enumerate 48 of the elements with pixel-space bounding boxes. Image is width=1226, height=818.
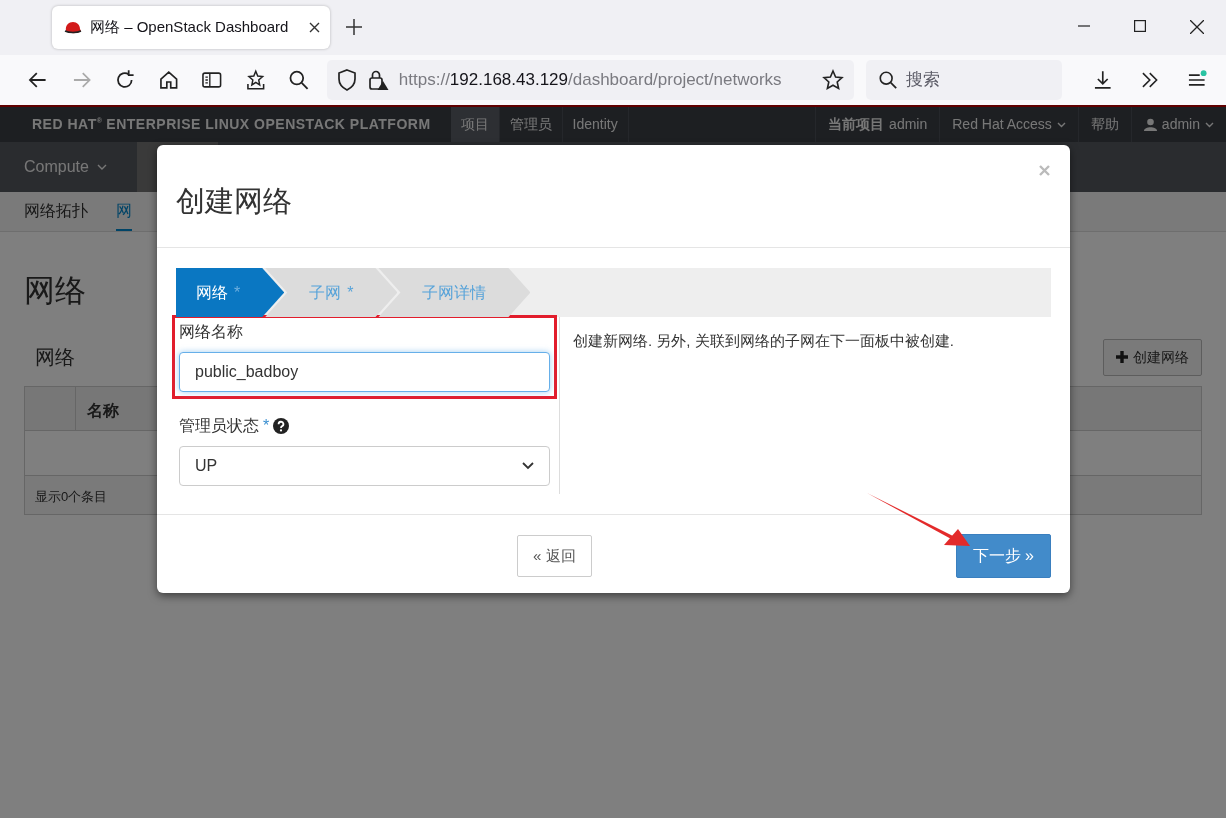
home-icon[interactable] — [157, 69, 180, 91]
select-field[interactable]: UP — [179, 446, 550, 486]
star-tray-icon[interactable] — [244, 69, 267, 91]
create-network-button[interactable]: 创建网络 — [1103, 338, 1202, 376]
lock-warning-icon[interactable] — [366, 69, 389, 91]
shield-icon[interactable] — [336, 69, 357, 91]
top-nav-item[interactable]: 项目 — [450, 107, 500, 142]
page-title: 网络 — [24, 272, 86, 310]
field-label: 管理员状态 — [179, 416, 259, 436]
address-bar[interactable]: https://192.168.43.129/dashboard/project/networks — [326, 60, 855, 100]
user-icon — [1143, 118, 1157, 131]
caret-icon — [522, 462, 534, 470]
download-icon[interactable] — [1092, 69, 1114, 91]
hat-icon — [64, 20, 82, 35]
sub-nav-tab[interactable]: 网 — [116, 192, 132, 231]
required-mark: * — [263, 416, 270, 436]
reader-view-icon[interactable] — [201, 69, 223, 91]
maximize-icon[interactable] — [1134, 20, 1146, 32]
url-text: https://192.168.43.129/dashboard/project/networks — [398, 69, 783, 92]
brand-logo-text: RED HAT$^{®}$ ENTERPRISE LINUX OPENSTACK PLATFORM — [31, 115, 432, 134]
close-icon[interactable] — [1190, 20, 1204, 34]
input-field[interactable]: public_badboy — [179, 352, 550, 392]
wizard-step[interactable]: 子网详情 — [378, 268, 531, 317]
close-icon — [1039, 165, 1050, 176]
close-icon[interactable] — [309, 22, 320, 33]
star-icon[interactable] — [822, 69, 845, 91]
reload-icon[interactable] — [114, 69, 136, 91]
wizard-step[interactable]: 网络 * — [176, 268, 285, 317]
column-header[interactable]: 名称 — [76, 386, 130, 430]
caret-icon — [1205, 121, 1214, 128]
plus-icon[interactable] — [346, 19, 362, 35]
plus-icon — [1116, 351, 1128, 363]
search-icon[interactable] — [288, 69, 310, 91]
modal-title: 创建网络 — [176, 183, 292, 219]
sub-nav-tab[interactable]: 网络拓扑 — [24, 192, 88, 231]
panel-title: 网络 — [35, 345, 75, 370]
field-label: 网络名称 — [179, 322, 243, 342]
compute-menu[interactable]: Compute — [0, 142, 137, 192]
search-field[interactable]: 搜索 — [866, 60, 1063, 100]
help-text: 创建新网络. 另外, 关联到网络的子网在下一面板中被创建. — [573, 331, 955, 351]
tab-title: 网络 – OpenStack Dashboard — [90, 17, 289, 38]
caret-icon — [96, 164, 107, 170]
help-icon[interactable] — [273, 418, 290, 434]
next-button[interactable]: 下一步 » — [955, 534, 1051, 578]
back-button[interactable]: « 返回 — [517, 534, 592, 578]
browser-tab[interactable]: 网络 – OpenStack Dashboard — [52, 6, 330, 49]
caret-icon — [1056, 121, 1066, 128]
search-icon — [878, 70, 899, 90]
